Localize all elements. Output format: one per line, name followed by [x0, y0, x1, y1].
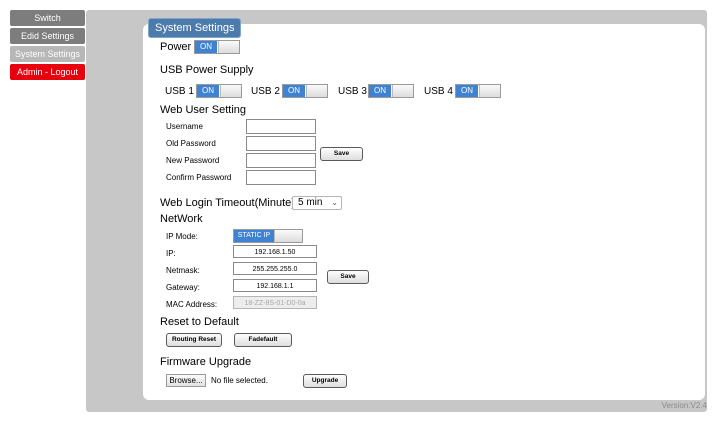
ip-mode-toggle[interactable]: STATIC IP — [233, 229, 303, 243]
usb2-toggle[interactable]: ON — [282, 84, 328, 98]
username-label: Username — [166, 122, 203, 131]
routing-reset-button[interactable]: Routing Reset — [166, 333, 222, 347]
sidebar-item-system-settings[interactable]: System Settings — [10, 46, 85, 62]
gateway-label: Gateway: — [166, 283, 200, 292]
toggle-knob — [392, 85, 413, 97]
ip-mode-label: IP Mode: — [166, 232, 198, 241]
toggle-knob — [220, 85, 241, 97]
browse-button[interactable]: Browse... — [166, 374, 206, 387]
panel-title: System Settings — [148, 18, 242, 38]
network-section-title: NetWork — [160, 213, 203, 225]
power-toggle-state: ON — [195, 41, 217, 53]
timeout-value: 5 min — [298, 197, 323, 208]
file-status: No file selected. — [211, 376, 268, 385]
confirm-password-input[interactable] — [246, 170, 316, 185]
mac-address-label: MAC Address: — [166, 300, 218, 309]
version-label: Version:V2.4 — [661, 401, 707, 410]
usb2-toggle-state: ON — [283, 85, 305, 97]
toggle-knob — [274, 230, 302, 242]
chevron-down-icon: ⌄ — [331, 198, 338, 207]
toggle-knob — [306, 85, 327, 97]
usb1-label: USB 1 — [165, 86, 194, 97]
web-user-save-button[interactable]: Save — [320, 147, 363, 161]
usb2-label: USB 2 — [251, 86, 280, 97]
timeout-label: Web Login Timeout(Minute) — [160, 197, 295, 209]
usb3-label: USB 3 — [338, 86, 367, 97]
ip-label: IP: — [166, 249, 176, 258]
usb3-toggle[interactable]: ON — [368, 84, 414, 98]
old-password-label: Old Password — [166, 139, 216, 148]
usb4-toggle[interactable]: ON — [455, 84, 501, 98]
sidebar-item-edid-settings[interactable]: Edid Settings — [10, 28, 85, 44]
fadefault-button[interactable]: Fadefault — [234, 333, 292, 347]
settings-panel — [143, 24, 705, 400]
firmware-section-title: Firmware Upgrade — [160, 356, 252, 368]
confirm-password-label: Confirm Password — [166, 173, 232, 182]
netmask-input[interactable]: 255.255.255.0 — [233, 262, 317, 275]
usb4-toggle-state: ON — [456, 85, 478, 97]
toggle-knob — [218, 41, 239, 53]
usb1-toggle-state: ON — [197, 85, 219, 97]
timeout-select[interactable]: 5 min ⌄ — [292, 196, 342, 210]
usb4-label: USB 4 — [424, 86, 453, 97]
netmask-label: Netmask: — [166, 266, 200, 275]
new-password-label: New Password — [166, 156, 220, 165]
power-label: Power — [160, 41, 192, 53]
ip-input[interactable]: 192.168.1.50 — [233, 245, 317, 258]
ip-mode-state: STATIC IP — [234, 230, 274, 242]
toggle-knob — [479, 85, 500, 97]
web-user-section-title: Web User Setting — [160, 104, 247, 116]
sidebar-item-admin-logout[interactable]: Admin - Logout — [10, 64, 85, 80]
network-save-button[interactable]: Save — [327, 270, 369, 284]
new-password-input[interactable] — [246, 153, 316, 168]
power-toggle[interactable]: ON — [194, 40, 240, 54]
sidebar: Switch Edid Settings System Settings Adm… — [10, 10, 85, 82]
usb1-toggle[interactable]: ON — [196, 84, 242, 98]
usb-section-title: USB Power Supply — [160, 64, 254, 76]
usb3-toggle-state: ON — [369, 85, 391, 97]
old-password-input[interactable] — [246, 136, 316, 151]
reset-section-title: Reset to Default — [160, 316, 239, 328]
mac-address-input: 18-ZZ-8S-01-D0-0a — [233, 296, 317, 309]
gateway-input[interactable]: 192.168.1.1 — [233, 279, 317, 292]
username-input[interactable] — [246, 119, 316, 134]
upgrade-button[interactable]: Upgrade — [303, 374, 347, 388]
sidebar-item-switch[interactable]: Switch — [10, 10, 85, 26]
